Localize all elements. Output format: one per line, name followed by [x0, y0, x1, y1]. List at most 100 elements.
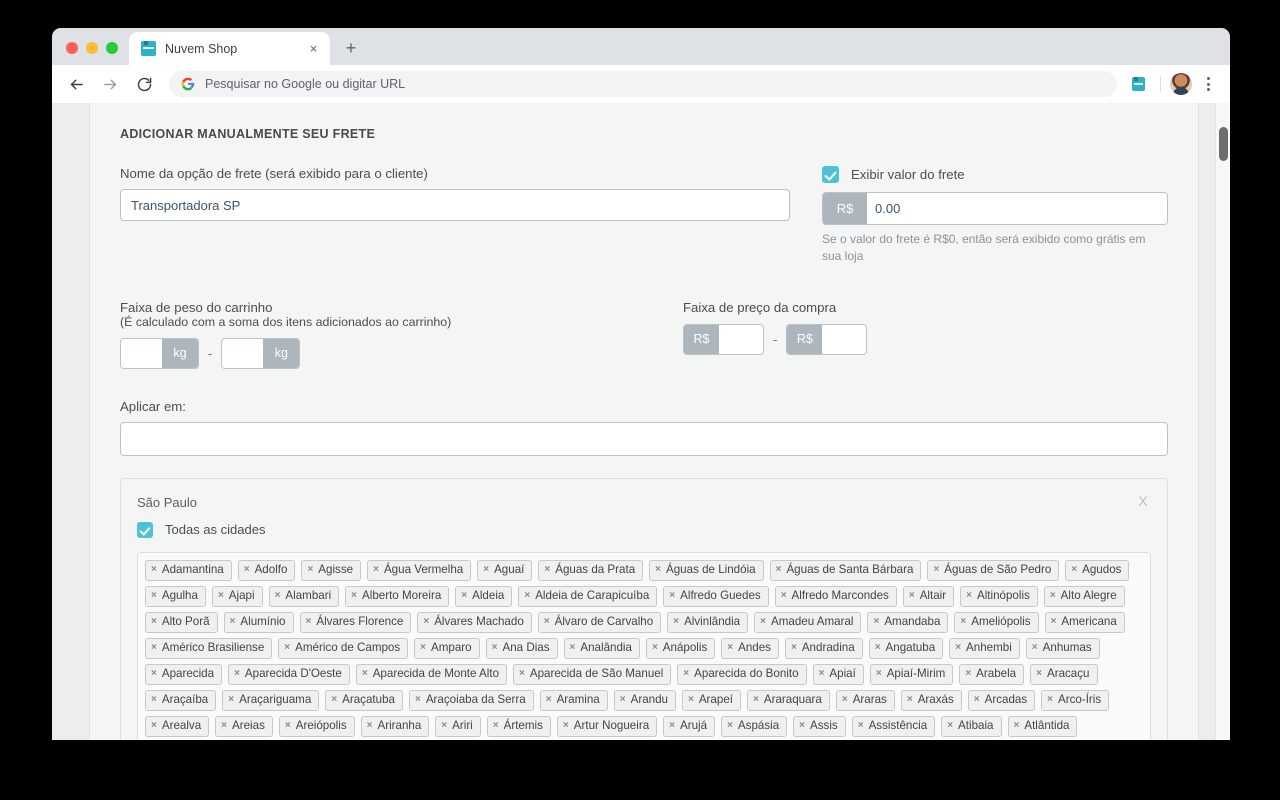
remove-city-icon[interactable]: ×	[367, 721, 373, 731]
show-freight-value-checkbox[interactable]	[822, 166, 839, 183]
remove-city-icon[interactable]: ×	[306, 617, 312, 627]
apply-to-input[interactable]	[120, 422, 1168, 456]
remove-region-icon[interactable]: X	[1135, 495, 1151, 509]
city-chip[interactable]: ×Assistência	[852, 716, 935, 737]
forward-arrow-icon[interactable]	[95, 69, 125, 99]
page-scrollbar-thumb[interactable]	[1219, 127, 1228, 161]
remove-city-icon[interactable]: ×	[965, 669, 971, 679]
remove-city-icon[interactable]: ×	[415, 695, 421, 705]
city-chip[interactable]: ×Agudos	[1065, 560, 1129, 581]
remove-city-icon[interactable]: ×	[524, 591, 530, 601]
city-chip[interactable]: ×Arapeí	[682, 690, 741, 711]
back-arrow-icon[interactable]	[61, 69, 91, 99]
city-chip[interactable]: ×Águas de São Pedro	[927, 560, 1059, 581]
remove-city-icon[interactable]: ×	[230, 617, 236, 627]
remove-city-icon[interactable]: ×	[151, 695, 157, 705]
remove-city-icon[interactable]: ×	[776, 565, 782, 575]
remove-city-icon[interactable]: ×	[669, 721, 675, 731]
city-chip[interactable]: ×Arcadas	[968, 690, 1035, 711]
city-chip[interactable]: ×Agulha	[145, 586, 206, 607]
city-chip[interactable]: ×Amparo	[414, 638, 479, 659]
city-chip[interactable]: ×Álvares Florence	[300, 612, 412, 633]
remove-city-icon[interactable]: ×	[151, 721, 157, 731]
minimize-window-button[interactable]	[86, 42, 98, 54]
city-chip[interactable]: ×Apiaí-Mirim	[870, 664, 953, 685]
city-chip[interactable]: ×Atibaia	[941, 716, 1001, 737]
city-chip[interactable]: ×Arco-Íris	[1041, 690, 1109, 711]
price-max-input[interactable]	[822, 325, 866, 354]
city-chip[interactable]: ×Aparecida de Monte Alto	[356, 664, 507, 685]
city-chip[interactable]: ×Ajapi	[212, 586, 263, 607]
city-chip[interactable]: ×Alto Alegre	[1044, 586, 1125, 607]
remove-city-icon[interactable]: ×	[441, 721, 447, 731]
remove-city-icon[interactable]: ×	[1071, 565, 1077, 575]
remove-city-icon[interactable]: ×	[933, 565, 939, 575]
weight-min-input-group[interactable]: kg	[120, 338, 199, 369]
show-freight-value-row[interactable]: Exibir valor do frete	[822, 166, 1168, 183]
freight-value-input-group[interactable]: R$	[822, 192, 1168, 225]
price-min-input[interactable]	[719, 325, 763, 354]
city-chip[interactable]: ×Aparecida	[145, 664, 222, 685]
remove-city-icon[interactable]: ×	[493, 721, 499, 731]
remove-city-icon[interactable]: ×	[151, 643, 157, 653]
city-chip[interactable]: ×Araçoiaba da Serra	[409, 690, 534, 711]
remove-city-icon[interactable]: ×	[519, 669, 525, 679]
remove-city-icon[interactable]: ×	[151, 617, 157, 627]
city-chip[interactable]: ×Analândia	[564, 638, 640, 659]
city-chip[interactable]: ×Águas de Lindóia	[649, 560, 763, 581]
city-chip[interactable]: ×Ana Dias	[486, 638, 558, 659]
price-max-input-group[interactable]: R$	[786, 324, 867, 355]
remove-city-icon[interactable]: ×	[652, 643, 658, 653]
city-chip[interactable]: ×Ariranha	[361, 716, 430, 737]
remove-city-icon[interactable]: ×	[620, 695, 626, 705]
city-chip[interactable]: ×Aldeia	[455, 586, 512, 607]
city-chip[interactable]: ×Atlântida	[1008, 716, 1078, 737]
remove-city-icon[interactable]: ×	[284, 643, 290, 653]
remove-city-icon[interactable]: ×	[947, 721, 953, 731]
remove-city-icon[interactable]: ×	[373, 565, 379, 575]
city-chip[interactable]: ×Américo Brasiliense	[145, 638, 272, 659]
city-chip[interactable]: ×Arandu	[614, 690, 676, 711]
city-chip[interactable]: ×Areias	[215, 716, 273, 737]
freight-value-input[interactable]	[867, 193, 1167, 224]
remove-city-icon[interactable]: ×	[960, 617, 966, 627]
remove-city-icon[interactable]: ×	[1051, 617, 1057, 627]
city-chip[interactable]: ×Andradina	[785, 638, 863, 659]
remove-city-icon[interactable]: ×	[546, 695, 552, 705]
city-chip[interactable]: ×Aspásia	[721, 716, 787, 737]
remove-city-icon[interactable]: ×	[492, 643, 498, 653]
remove-city-icon[interactable]: ×	[151, 565, 157, 575]
remove-city-icon[interactable]: ×	[221, 721, 227, 731]
remove-city-icon[interactable]: ×	[285, 721, 291, 731]
three-dot-menu-icon[interactable]	[1195, 71, 1221, 97]
city-chip[interactable]: ×Águas da Prata	[538, 560, 643, 581]
remove-city-icon[interactable]: ×	[688, 695, 694, 705]
city-chip[interactable]: ×Altair	[903, 586, 954, 607]
remove-city-icon[interactable]: ×	[909, 591, 915, 601]
remove-city-icon[interactable]: ×	[819, 669, 825, 679]
remove-city-icon[interactable]: ×	[791, 643, 797, 653]
remove-city-icon[interactable]: ×	[423, 617, 429, 627]
remove-city-icon[interactable]: ×	[544, 617, 550, 627]
remove-city-icon[interactable]: ×	[655, 565, 661, 575]
remove-city-icon[interactable]: ×	[218, 591, 224, 601]
city-chip[interactable]: ×Alumínio	[224, 612, 294, 633]
city-chip[interactable]: ×Ameliópolis	[954, 612, 1038, 633]
remove-city-icon[interactable]: ×	[570, 643, 576, 653]
city-chip[interactable]: ×Ariri	[435, 716, 480, 737]
city-chip[interactable]: ×Americana	[1045, 612, 1125, 633]
city-chip[interactable]: ×Apiaí	[813, 664, 864, 685]
city-chip[interactable]: ×Álvares Machado	[417, 612, 531, 633]
remove-city-icon[interactable]: ×	[563, 721, 569, 731]
city-chip[interactable]: ×Aparecida D'Oeste	[228, 664, 350, 685]
remove-city-icon[interactable]: ×	[727, 643, 733, 653]
city-chip[interactable]: ×Ártemis	[487, 716, 551, 737]
remove-city-icon[interactable]: ×	[753, 695, 759, 705]
remove-city-icon[interactable]: ×	[228, 695, 234, 705]
address-bar[interactable]: Pesquisar no Google ou digitar URL	[169, 71, 1117, 97]
remove-city-icon[interactable]: ×	[234, 669, 240, 679]
reload-icon[interactable]	[129, 69, 159, 99]
remove-city-icon[interactable]: ×	[683, 669, 689, 679]
maximize-window-button[interactable]	[106, 42, 118, 54]
remove-city-icon[interactable]: ×	[362, 669, 368, 679]
